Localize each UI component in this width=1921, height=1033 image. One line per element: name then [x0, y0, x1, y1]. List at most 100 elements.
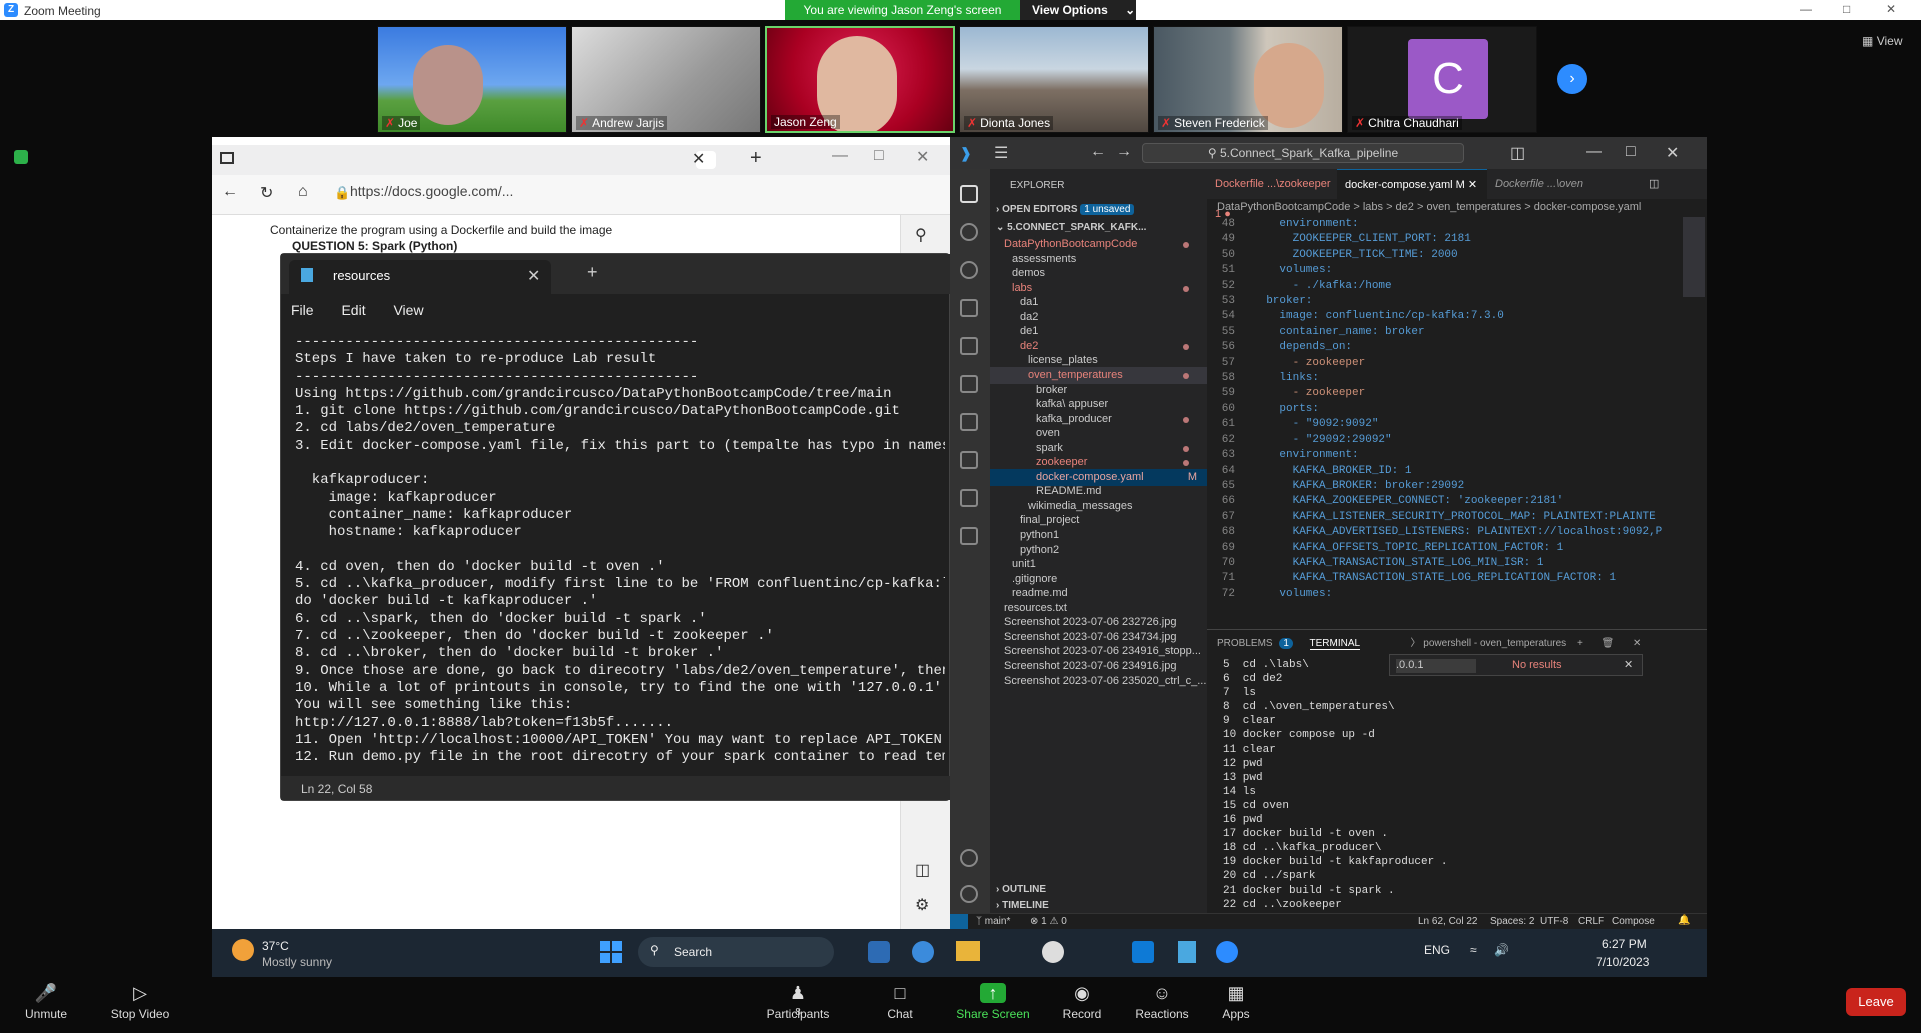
remote-explorer-icon[interactable] [960, 489, 978, 507]
split-editor-icon[interactable]: ◫ [1649, 177, 1659, 190]
next-page-icon[interactable]: › [1557, 64, 1587, 94]
notifications-icon[interactable]: 🔔 [1678, 915, 1690, 926]
language-mode[interactable]: Compose [1612, 916, 1655, 927]
sidebar-toggle-icon[interactable]: ◫ [915, 860, 930, 880]
extensions-icon[interactable] [960, 337, 978, 355]
dell-icon[interactable] [1042, 941, 1064, 963]
menu-file[interactable]: File [291, 302, 314, 318]
source-control-icon[interactable] [960, 261, 978, 279]
branch-status[interactable]: ᛉ main* [976, 916, 1010, 927]
breadcrumb[interactable]: DataPythonBootcampCode > labs > de2 > ov… [1217, 201, 1641, 213]
indentation[interactable]: Spaces: 2 [1490, 916, 1534, 927]
azure-icon[interactable] [960, 413, 978, 431]
minimize-icon[interactable]: — [1586, 143, 1602, 161]
apps-button[interactable]: ▦ Apps [1196, 977, 1276, 1033]
unmute-button[interactable]: 🎤 Unmute [6, 977, 86, 1033]
close-icon[interactable]: ✕ [916, 147, 929, 167]
start-icon[interactable] [600, 941, 622, 963]
terminal-output[interactable]: 5 cd .\labs\ 6 cd de2 7 ls 8 cd .\oven_temp… [1223, 658, 1663, 914]
browser-tab-strip[interactable]: ✕ + — □ ✕ [212, 145, 950, 175]
menu-view[interactable]: View [393, 302, 423, 318]
maximize-icon[interactable]: □ [1626, 143, 1636, 161]
code-editor[interactable]: 48 environment: 49 ZOOKEEPER_CLIENT_PORT:… [1207, 217, 1687, 629]
open-editors-section[interactable]: › OPEN EDITORS 1 unsaved [996, 201, 1135, 218]
tab-actions-icon[interactable] [220, 152, 234, 164]
minimize-icon[interactable]: — [1800, 2, 1812, 16]
tree-item[interactable]: Screenshot 2023-07-06 235020_ctrl_c_... [990, 673, 1207, 690]
back-icon[interactable]: ← [1090, 143, 1106, 161]
menu-icon[interactable]: ☰ [994, 143, 1008, 163]
tab-terminal[interactable]: TERMINAL [1309, 638, 1360, 650]
explorer-icon[interactable] [960, 185, 978, 203]
new-tab-icon[interactable]: + [587, 262, 598, 283]
close-icon[interactable]: ✕ [1886, 2, 1896, 16]
tab-problems[interactable]: PROBLEMS [1217, 638, 1273, 649]
language-indicator[interactable]: ENG [1424, 943, 1450, 957]
workspace-section[interactable]: ⌄ 5.CONNECT_SPARK_KAFK... [996, 219, 1146, 236]
timeline-section[interactable]: › TIMELINE [996, 897, 1049, 914]
find-input[interactable]: .0.0.1 [1396, 659, 1476, 673]
participant-tile-active[interactable]: Jason Zeng [765, 26, 955, 133]
maximize-icon[interactable]: □ [1843, 2, 1850, 16]
vscode-icon[interactable] [1132, 941, 1154, 963]
zoom-taskbar-icon[interactable] [1216, 941, 1238, 963]
search-icon[interactable] [960, 223, 978, 241]
task-view-icon[interactable] [868, 941, 890, 963]
minimize-icon[interactable]: — [832, 147, 848, 165]
close-tab-icon[interactable]: ✕ [527, 266, 540, 286]
chat-button[interactable]: □ Chat [860, 977, 940, 1033]
file-explorer-icon[interactable] [956, 941, 980, 961]
outline-section[interactable]: › OUTLINE [996, 881, 1046, 898]
settings-icon[interactable]: ⚙ [915, 895, 929, 915]
stop-video-button[interactable]: ▷ Stop Video [100, 977, 180, 1033]
editor-tab[interactable]: Dockerfile ...\oven [1487, 169, 1607, 199]
editor-tab-active[interactable]: docker-compose.yaml M ✕ [1337, 169, 1487, 199]
view-button[interactable]: ▦ View [1862, 34, 1902, 48]
menu-edit[interactable]: Edit [341, 302, 365, 318]
maximize-icon[interactable]: □ [874, 147, 884, 165]
view-options-button[interactable]: View Options ⌄ [1020, 0, 1136, 20]
search-icon[interactable]: ⚲ [915, 225, 927, 245]
address-bar[interactable]: https://docs.google.com/... [350, 183, 550, 207]
clock-time[interactable]: 6:27 PM [1602, 937, 1647, 951]
back-icon[interactable]: ← [222, 183, 238, 201]
cursor-position[interactable]: Ln 62, Col 22 [1418, 916, 1478, 927]
participant-tile[interactable]: ✗ Andrew Jarjis [571, 26, 761, 133]
notepad-tab[interactable]: resources ✕ [289, 260, 551, 294]
line-ending[interactable]: CRLF [1578, 916, 1604, 927]
weather-temp[interactable]: 37°C [262, 939, 289, 953]
participant-tile[interactable]: ✗ Steven Frederick [1153, 26, 1343, 133]
leave-button[interactable]: Leave [1846, 988, 1906, 1016]
editor-tab[interactable]: Dockerfile ...\zookeeper 1 ● [1207, 169, 1337, 220]
command-center[interactable]: ⚲ 5.Connect_Spark_Kafka_pipeline [1142, 143, 1464, 163]
forward-icon[interactable]: → [1116, 143, 1132, 161]
edge-icon[interactable] [912, 941, 934, 963]
terminal-name[interactable]: powershell - oven_temperatures [1423, 638, 1566, 649]
remote-icon[interactable] [950, 914, 968, 930]
notepad-taskbar-icon[interactable] [1178, 941, 1196, 963]
trash-icon[interactable]: 🗑 [1602, 638, 1615, 649]
participants-button[interactable]: ♟ 8 Participants [752, 977, 844, 1033]
close-tab-icon[interactable]: ✕ [1468, 179, 1477, 191]
problems-status[interactable]: ⊗ 1 ⚠ 0 [1030, 916, 1067, 927]
taskbar-search[interactable]: Search [638, 937, 834, 967]
notebook-icon[interactable] [960, 527, 978, 545]
encoding[interactable]: UTF-8 [1540, 916, 1568, 927]
minimap[interactable] [1683, 217, 1705, 297]
close-find-icon[interactable]: ✕ [1624, 658, 1633, 671]
testing-icon[interactable] [960, 375, 978, 393]
run-debug-icon[interactable] [960, 299, 978, 317]
new-tab-icon[interactable]: + [750, 147, 762, 170]
new-terminal-icon[interactable]: + [1577, 638, 1583, 649]
docker-icon[interactable] [960, 451, 978, 469]
close-icon[interactable]: ✕ [1666, 143, 1679, 163]
reactions-button[interactable]: ☺ Reactions [1122, 977, 1202, 1033]
refresh-icon[interactable]: ↻ [260, 183, 273, 203]
close-panel-icon[interactable]: ✕ [1633, 638, 1641, 649]
layout-icon[interactable]: ◫ [1510, 143, 1525, 163]
volume-icon[interactable]: 🔊 [1494, 943, 1509, 957]
home-icon[interactable]: ⌂ [298, 183, 308, 201]
participant-tile[interactable]: ✗ Dionta Jones [959, 26, 1149, 133]
settings-gear-icon[interactable] [960, 885, 978, 903]
record-button[interactable]: ◉ Record [1042, 977, 1122, 1033]
